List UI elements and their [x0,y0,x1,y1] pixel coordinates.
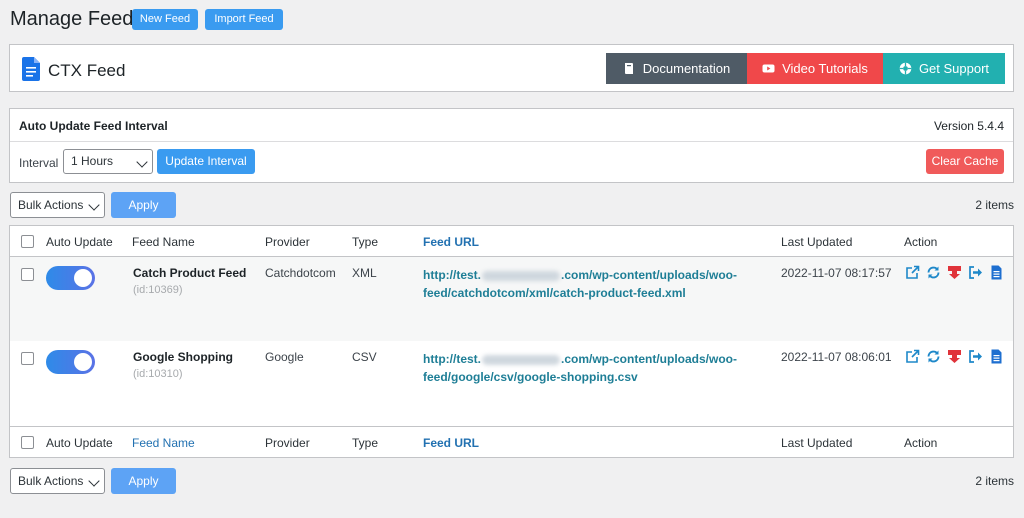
feed-name[interactable]: Catch Product Feed [133,266,246,280]
document-icon [22,57,40,81]
interval-label: Interval [19,156,59,170]
table-footer: Auto Update Feed Name Provider Type Feed… [10,426,1013,458]
auto-update-panel: Auto Update Feed Interval Version 5.4.4 … [9,108,1014,183]
type-cell: CSV [352,350,377,364]
select-all-checkbox-footer[interactable] [21,436,34,449]
new-feed-button[interactable]: New Feed [132,9,198,30]
column-feed-url[interactable]: Feed URL [423,235,479,249]
last-updated-cell: 2022-11-07 08:06:01 [781,350,892,364]
document-icon[interactable] [989,265,1004,280]
row-checkbox[interactable] [21,352,34,365]
documentation-button[interactable]: Documentation [606,53,747,84]
provider-cell: Catchdotcom [265,266,336,280]
column-type: Type [352,436,379,450]
get-support-label: Get Support [918,61,990,76]
video-tutorials-button[interactable]: Video Tutorials [747,53,883,84]
interval-select-value: 1 Hours [71,154,114,168]
export-icon[interactable] [968,265,983,280]
export-icon[interactable] [968,349,983,364]
refresh-icon[interactable] [926,349,941,364]
documentation-label: Documentation [642,61,731,76]
last-updated-cell: 2022-11-07 08:17:57 [781,266,892,280]
youtube-icon [762,64,775,73]
document-icon[interactable] [989,349,1004,364]
chevron-down-icon [136,156,148,168]
feed-id: (id:10369) [133,284,183,296]
url-prefix: http://test. [423,268,481,282]
auto-update-title: Auto Update Feed Interval [19,119,168,133]
column-auto-update: Auto Update [46,235,113,249]
table-row: Catch Product Feed (id:10369) Catchdotco… [10,257,1013,341]
items-count-top: 2 items [975,198,1014,212]
download-icon[interactable] [947,265,962,280]
divider [10,141,1013,142]
refresh-icon[interactable] [926,265,941,280]
external-link-icon[interactable] [905,349,920,364]
apply-button-bottom[interactable]: Apply [111,468,176,494]
book-icon [624,63,633,74]
provider-cell: Google [265,350,304,364]
url-rest: .com/wp-content/uploads/woo- [561,268,737,282]
toggle-knob [74,269,92,287]
row-actions [905,265,1004,280]
table-header: Auto Update Feed Name Provider Type Feed… [10,226,1013,257]
brand-name: CTX Feed [48,61,126,80]
brand-bar: CTX Feed Documentation Video Tutorials G… [9,44,1014,92]
column-feed-url[interactable]: Feed URL [423,436,479,450]
column-feed-name[interactable]: Feed Name [132,436,195,450]
video-tutorials-label: Video Tutorials [782,61,868,76]
redacted-domain [482,270,560,281]
column-action: Action [904,235,938,249]
bulk-actions-value: Bulk Actions [18,474,84,488]
bulk-actions-select-top[interactable]: Bulk Actions [10,192,105,218]
redacted-domain [482,354,560,365]
items-count-bottom: 2 items [975,474,1014,488]
interval-select[interactable]: 1 Hours [63,149,153,174]
auto-update-toggle[interactable] [46,266,95,290]
apply-button-top[interactable]: Apply [111,192,176,218]
column-last-updated: Last Updated [781,436,853,450]
url-line2: feed/google/csv/google-shopping.csv [423,370,638,384]
column-provider: Provider [265,436,310,450]
toggle-knob [74,353,92,371]
type-cell: XML [352,266,377,280]
chevron-down-icon [88,199,100,211]
lifebuoy-icon [899,62,912,75]
url-rest: .com/wp-content/uploads/woo- [561,352,737,366]
page-title: Manage Feed [10,8,134,30]
version-label: Version 5.4.4 [933,119,1004,133]
url-line2: feed/catchdotcom/xml/catch-product-feed.… [423,286,686,300]
update-interval-button[interactable]: Update Interval [157,149,255,174]
column-type: Type [352,235,379,249]
column-auto-update: Auto Update [46,436,113,450]
bulk-actions-value: Bulk Actions [18,198,84,212]
feed-table: Auto Update Feed Name Provider Type Feed… [9,225,1014,458]
external-link-icon[interactable] [905,265,920,280]
get-support-button[interactable]: Get Support [883,53,1005,84]
column-provider: Provider [265,235,310,249]
chevron-down-icon [88,475,100,487]
feed-name[interactable]: Google Shopping [133,350,233,364]
row-actions [905,349,1004,364]
download-icon[interactable] [947,349,962,364]
feed-url-link[interactable]: http://test. .com/wp-content/uploads/woo-… [423,350,753,386]
import-feed-button[interactable]: Import Feed [205,9,283,30]
column-feed-name[interactable]: Feed Name [132,235,195,249]
select-all-checkbox[interactable] [21,235,34,248]
column-last-updated: Last Updated [781,235,853,249]
clear-cache-button[interactable]: Clear Cache [926,149,1004,174]
table-row: Google Shopping (id:10310) Google CSV ht… [10,341,1013,425]
feed-id: (id:10310) [133,368,183,380]
auto-update-toggle[interactable] [46,350,95,374]
column-action: Action [904,436,938,450]
feed-url-link[interactable]: http://test. .com/wp-content/uploads/woo-… [423,266,753,302]
row-checkbox[interactable] [21,268,34,281]
bulk-actions-select-bottom[interactable]: Bulk Actions [10,468,105,494]
url-prefix: http://test. [423,352,481,366]
